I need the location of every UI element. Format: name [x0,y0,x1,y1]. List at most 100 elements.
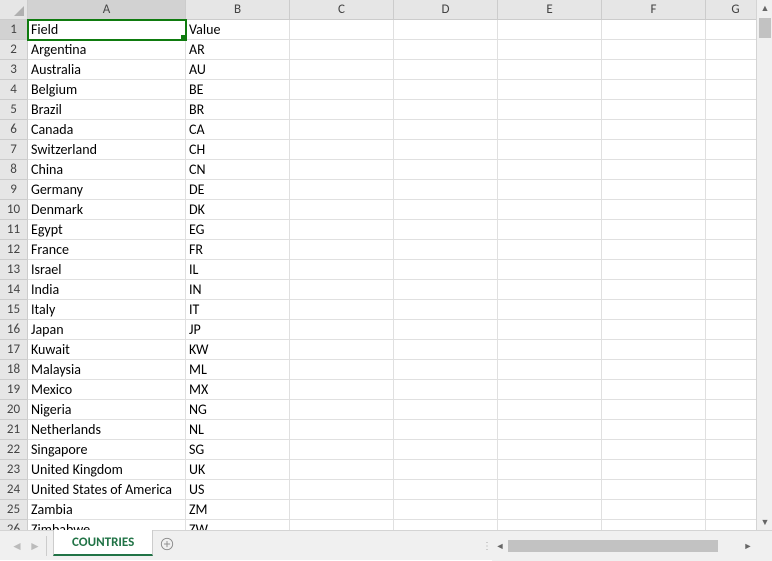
cell-a21[interactable]: Netherlands [28,420,186,440]
cell-c16[interactable] [290,320,394,340]
cell-a18[interactable]: Malaysia [28,360,186,380]
cell-e26[interactable] [498,520,602,530]
cell-a5[interactable]: Brazil [28,100,186,120]
cell-e2[interactable] [498,40,602,60]
cell-e17[interactable] [498,340,602,360]
cell-f3[interactable] [602,60,706,80]
cell-c11[interactable] [290,220,394,240]
cell-d3[interactable] [394,60,498,80]
column-header-a[interactable]: A [28,0,186,20]
cell-f13[interactable] [602,260,706,280]
column-header-e[interactable]: E [498,0,602,20]
row-header-23[interactable]: 23 [0,460,27,480]
cell-c8[interactable] [290,160,394,180]
cell-d18[interactable] [394,360,498,380]
cell-d8[interactable] [394,160,498,180]
add-sheet-button[interactable] [153,531,181,557]
column-header-c[interactable]: C [290,0,394,20]
cell-e4[interactable] [498,80,602,100]
row-header-3[interactable]: 3 [0,60,27,80]
cell-b26[interactable]: ZW [186,520,290,530]
cell-f4[interactable] [602,80,706,100]
cell-d21[interactable] [394,420,498,440]
cell-g23[interactable] [706,460,756,480]
cell-f17[interactable] [602,340,706,360]
cell-b3[interactable]: AU [186,60,290,80]
cell-d15[interactable] [394,300,498,320]
cell-c12[interactable] [290,240,394,260]
cell-a10[interactable]: Denmark [28,200,186,220]
cell-f14[interactable] [602,280,706,300]
cell-g4[interactable] [706,80,756,100]
cell-b24[interactable]: US [186,480,290,500]
cell-f10[interactable] [602,200,706,220]
row-header-12[interactable]: 12 [0,240,27,260]
cell-c21[interactable] [290,420,394,440]
cell-g13[interactable] [706,260,756,280]
cell-d9[interactable] [394,180,498,200]
cell-c25[interactable] [290,500,394,520]
cell-g20[interactable] [706,400,756,420]
cell-b10[interactable]: DK [186,200,290,220]
tab-scroll-splitter[interactable]: ⋮ [482,531,492,560]
cell-a9[interactable]: Germany [28,180,186,200]
cell-a1[interactable]: Field [28,20,186,40]
cell-a20[interactable]: Nigeria [28,400,186,420]
cell-g9[interactable] [706,180,756,200]
cell-e19[interactable] [498,380,602,400]
column-header-b[interactable]: B [186,0,290,20]
cell-b20[interactable]: NG [186,400,290,420]
cell-b21[interactable]: NL [186,420,290,440]
cell-f12[interactable] [602,240,706,260]
cell-a2[interactable]: Argentina [28,40,186,60]
scroll-up-button[interactable]: ▲ [757,0,772,16]
cell-c24[interactable] [290,480,394,500]
cell-f2[interactable] [602,40,706,60]
cell-e8[interactable] [498,160,602,180]
row-header-17[interactable]: 17 [0,340,27,360]
cell-e6[interactable] [498,120,602,140]
cell-e11[interactable] [498,220,602,240]
cell-d1[interactable] [394,20,498,40]
prev-sheet-button[interactable]: ◄ [8,534,26,558]
vertical-scrollbar[interactable]: ▲ ▼ [756,0,772,530]
cell-d6[interactable] [394,120,498,140]
cell-c23[interactable] [290,460,394,480]
row-header-26[interactable]: 26 [0,520,27,530]
cell-a23[interactable]: United Kingdom [28,460,186,480]
row-header-24[interactable]: 24 [0,480,27,500]
cell-d2[interactable] [394,40,498,60]
sheet-tab-countries[interactable]: COUNTRIES [53,530,153,556]
cell-c1[interactable] [290,20,394,40]
cell-f23[interactable] [602,460,706,480]
cell-e24[interactable] [498,480,602,500]
row-header-20[interactable]: 20 [0,400,27,420]
cell-b23[interactable]: UK [186,460,290,480]
cell-b11[interactable]: EG [186,220,290,240]
row-header-22[interactable]: 22 [0,440,27,460]
cell-d13[interactable] [394,260,498,280]
cell-a14[interactable]: India [28,280,186,300]
cell-g18[interactable] [706,360,756,380]
cell-g16[interactable] [706,320,756,340]
cell-a11[interactable]: Egypt [28,220,186,240]
cell-b1[interactable]: Value [186,20,290,40]
cell-f25[interactable] [602,500,706,520]
cell-b2[interactable]: AR [186,40,290,60]
cell-d5[interactable] [394,100,498,120]
cell-a13[interactable]: Israel [28,260,186,280]
cell-c6[interactable] [290,120,394,140]
cell-f8[interactable] [602,160,706,180]
row-header-7[interactable]: 7 [0,140,27,160]
cell-a7[interactable]: Switzerland [28,140,186,160]
cell-a12[interactable]: France [28,240,186,260]
cell-e25[interactable] [498,500,602,520]
row-header-15[interactable]: 15 [0,300,27,320]
cell-b16[interactable]: JP [186,320,290,340]
cell-c7[interactable] [290,140,394,160]
row-header-11[interactable]: 11 [0,220,27,240]
cell-g14[interactable] [706,280,756,300]
cell-g24[interactable] [706,480,756,500]
cell-d22[interactable] [394,440,498,460]
cell-e1[interactable] [498,20,602,40]
